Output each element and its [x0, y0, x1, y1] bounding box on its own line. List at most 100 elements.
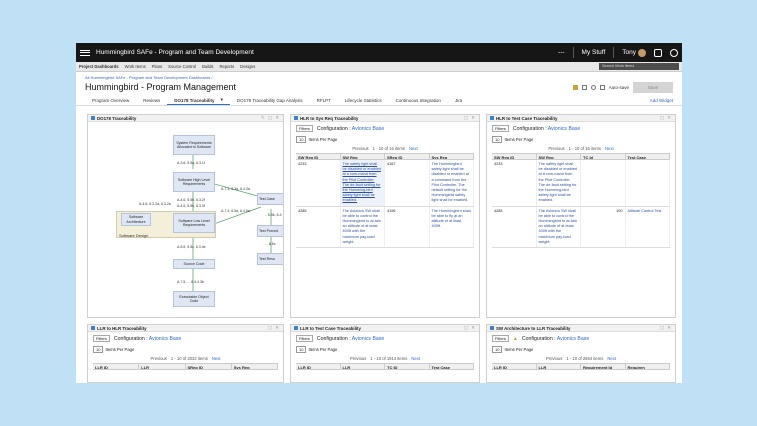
tab-reviews[interactable]: Reviews: [136, 96, 167, 105]
diagram-box-software-architecture[interactable]: Software Architecture: [121, 213, 151, 226]
settings-icon[interactable]: [590, 84, 596, 90]
column-header[interactable]: SReq ID: [385, 154, 430, 159]
table-cell-link[interactable]: The Avionics SW shall be able to control…: [537, 206, 581, 248]
configuration-link[interactable]: Avionics Base: [548, 126, 581, 132]
my-stuff-menu[interactable]: My Stuff: [582, 49, 606, 56]
column-header[interactable]: SW Req: [341, 154, 385, 159]
nav-designs[interactable]: Designs: [240, 64, 255, 69]
column-header[interactable]: Sys Req: [232, 364, 278, 369]
items-per-page-select[interactable]: 10: [296, 346, 307, 353]
widget-controls[interactable]: ▢ ✕: [660, 325, 672, 331]
save-button[interactable]: Save: [633, 81, 673, 93]
next-link[interactable]: Next: [212, 356, 221, 361]
nav-reports[interactable]: Reports: [220, 64, 235, 69]
previous-link[interactable]: Previous: [350, 356, 366, 361]
table-cell-link[interactable]: The safety light shall be disabled or en…: [340, 160, 385, 206]
configuration-link[interactable]: Avionics Base: [557, 336, 590, 342]
more-menu[interactable]: ---: [558, 49, 565, 56]
previous-link[interactable]: Previous: [352, 146, 368, 151]
filters-button[interactable]: Filters: [492, 335, 509, 342]
column-header[interactable]: Sys Req: [430, 154, 474, 159]
filters-button[interactable]: Filters: [93, 335, 110, 342]
chevron-down-icon[interactable]: ▾: [221, 97, 223, 103]
column-header[interactable]: SW Req ID: [296, 154, 341, 159]
tab-program-overview[interactable]: Program Overview: [85, 96, 136, 105]
column-header[interactable]: Requirement Id: [581, 364, 626, 369]
column-header[interactable]: SReq ID: [186, 364, 232, 369]
widget-controls[interactable]: ▢ ✕: [464, 325, 476, 331]
nav-project-dashboards[interactable]: Project Dashboards: [79, 64, 119, 69]
column-header[interactable]: LLR ID: [93, 364, 140, 369]
previous-link[interactable]: Previous: [151, 356, 167, 361]
page-title: Hummingbird - Program Management: [85, 82, 237, 92]
items-per-page-select[interactable]: 10: [492, 136, 503, 143]
previous-link[interactable]: Previous: [548, 146, 564, 151]
items-per-page-select[interactable]: 10: [296, 136, 307, 143]
next-link[interactable]: Next: [409, 146, 418, 151]
column-header[interactable]: LLR: [537, 364, 581, 369]
nav-source-control[interactable]: Source Control: [168, 64, 196, 69]
column-header[interactable]: LLR: [341, 364, 385, 369]
tab-gap-analysis[interactable]: DO178 Traceability Gap Analysis: [230, 96, 310, 105]
column-header[interactable]: Test Case: [430, 364, 474, 369]
column-header[interactable]: LLR ID: [492, 364, 537, 369]
diagram-box-executable-object-code[interactable]: Executable Object Code: [173, 291, 215, 307]
items-per-page-select[interactable]: 10: [93, 346, 104, 353]
widget-controls[interactable]: ▢ ✕: [268, 325, 280, 331]
table-cell-link[interactable]: Altitude Control Test: [626, 206, 670, 248]
next-link[interactable]: Next: [605, 146, 614, 151]
user-menu[interactable]: Tony: [622, 48, 646, 57]
previous-link[interactable]: Previous: [546, 356, 562, 361]
items-per-page-select[interactable]: 10: [492, 346, 503, 353]
help-icon[interactable]: [670, 48, 678, 57]
diagram-box-test-results[interactable]: Test Resu: [257, 253, 283, 265]
column-header[interactable]: SW Req: [537, 154, 581, 159]
table-cell-link[interactable]: The Hummingbird safety light shall be di…: [430, 160, 474, 206]
tab-lifecycle-statistics[interactable]: Lifecycle Statistics: [338, 96, 389, 105]
add-widget-button[interactable]: Add Widget: [650, 98, 673, 103]
diagram-box-high-level-requirements[interactable]: Software High Level Requirements: [173, 172, 215, 192]
widget-controls[interactable]: ▢ ✕: [660, 115, 672, 121]
autosave-checkbox[interactable]: [599, 84, 605, 90]
tab-do178-traceability[interactable]: DO178 Traceability ▾: [167, 96, 230, 105]
breadcrumb[interactable]: All Hummingbird SAFe - Program and Team …: [76, 72, 682, 80]
tab-continuous-integration[interactable]: Continuous Integration: [389, 96, 448, 105]
diagram-box-system-requirements[interactable]: System Requirements Allocated to Softwar…: [173, 135, 215, 155]
diagram-box-test-procedure[interactable]: Test Proced: [257, 225, 283, 237]
column-header[interactable]: TC Id: [581, 154, 626, 159]
next-link[interactable]: Next: [607, 356, 616, 361]
search-input[interactable]: Search Work Items: [599, 63, 679, 70]
column-header[interactable]: LLR: [139, 364, 186, 369]
column-header[interactable]: SW Req ID: [492, 154, 537, 159]
nav-work-items[interactable]: Work Items: [125, 64, 146, 69]
column-header[interactable]: Test Case: [626, 154, 670, 159]
table-cell-link[interactable]: The Avionics SW shall be able to control…: [341, 206, 385, 248]
column-header[interactable]: TC ID: [385, 364, 430, 369]
tab-rflpt[interactable]: RFLPT: [310, 96, 338, 105]
filters-button[interactable]: Filters: [492, 125, 509, 132]
lock-icon[interactable]: [572, 84, 578, 90]
nav-plans[interactable]: Plans: [152, 64, 162, 69]
table-cell-link[interactable]: The safety light shall be disabled or en…: [537, 160, 581, 206]
table-cell-link[interactable]: [626, 160, 670, 206]
configuration-link[interactable]: Avionics Base: [352, 126, 385, 132]
diagram-box-test-case[interactable]: Test Case: [257, 193, 283, 205]
next-link[interactable]: Next: [411, 356, 420, 361]
filters-button[interactable]: Filters: [296, 335, 313, 342]
column-header[interactable]: LLR ID: [296, 364, 341, 369]
configuration-link[interactable]: Avionics Base: [352, 336, 385, 342]
tab-jira[interactable]: Jira: [448, 96, 469, 105]
filters-button[interactable]: Filters: [296, 125, 313, 132]
gear-icon[interactable]: [654, 48, 662, 57]
share-icon[interactable]: [581, 84, 587, 90]
widget-controls[interactable]: ✎ ▢ ✕: [261, 115, 280, 121]
column-header[interactable]: Requiren: [626, 364, 670, 369]
diagram-box-source-code[interactable]: Source Code: [173, 259, 215, 269]
widget-controls[interactable]: ▢ ✕: [464, 115, 476, 121]
diagram-box-low-level-requirements[interactable]: Software Low Level Requirements: [173, 213, 215, 233]
table-cell-link[interactable]: The Hummingbird shall be able to fly at …: [430, 206, 474, 248]
configuration-link[interactable]: Avionics Base: [149, 336, 182, 342]
trace-label: A-4.6, 5.5b, 6.3.2f: [177, 198, 205, 202]
hamburger-menu-icon[interactable]: [80, 49, 90, 56]
nav-builds[interactable]: Builds: [202, 64, 213, 69]
